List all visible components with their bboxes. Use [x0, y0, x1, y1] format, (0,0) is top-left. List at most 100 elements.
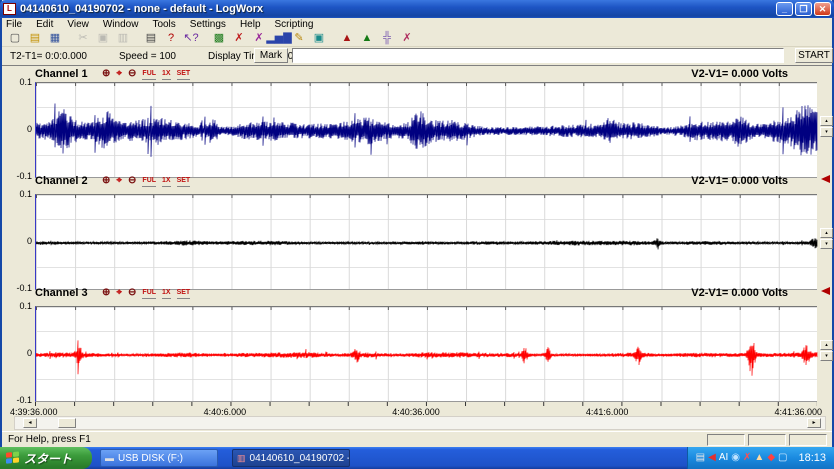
open-file-icon[interactable]: ▤ [25, 31, 45, 46]
archive-icon[interactable]: ▣ [309, 31, 329, 46]
start-button[interactable]: START [795, 48, 833, 63]
channel-2-label: Channel 2 [35, 175, 88, 187]
mark-text-input[interactable] [292, 48, 784, 63]
new-file-icon[interactable]: ▢ [5, 31, 25, 46]
restore-button[interactable]: ❐ [795, 2, 812, 16]
mark-button[interactable]: Mark [254, 48, 288, 63]
menu-item[interactable]: Help [240, 19, 261, 30]
close-button[interactable]: ✕ [814, 2, 831, 16]
scatter-icon[interactable]: ✗ [397, 31, 417, 46]
menu-item[interactable]: Window [103, 19, 139, 30]
t2t1-readout: T2-T1= 0:0:0.000 [10, 51, 87, 62]
language-icon[interactable]: ◉ [731, 452, 740, 463]
zoom-select-icon[interactable]: ⌖ [116, 67, 122, 80]
channel-1-spinners: ▴ ▾ [820, 116, 833, 138]
spin-up-button[interactable]: ▴ [820, 228, 833, 238]
edit-pencil-icon[interactable]: ✎ [289, 31, 309, 46]
cut-icon[interactable]: ✂ [73, 31, 93, 46]
paste-icon[interactable]: ▥ [113, 31, 133, 46]
ch3-ytick-bot: -0.1 [2, 395, 32, 405]
volume-icon[interactable]: ◀ [708, 452, 716, 463]
channel-1-plot[interactable] [35, 82, 817, 178]
taskbar-item-usb-disk[interactable]: ▬ USB DISK (F:) [100, 449, 218, 467]
logworx-doc-icon: ▥ [237, 453, 246, 464]
menu-item[interactable]: View [67, 19, 89, 30]
xy-axes-icon[interactable]: ✗ [229, 31, 249, 46]
scroll-right-button[interactable]: ▸ [807, 418, 821, 428]
unit-scale-icon[interactable]: 1X [162, 286, 171, 299]
save-file-icon[interactable]: ▦ [45, 31, 65, 46]
menu-item[interactable]: Tools [152, 19, 175, 30]
menu-item[interactable]: Settings [190, 19, 226, 30]
spectrum-green-icon[interactable]: ▲ [357, 31, 377, 46]
network-error-icon[interactable]: ✗ [743, 452, 751, 463]
channel-2-v2v1: V2-V1= 0.000 Volts [691, 175, 788, 187]
status-bar: For Help, press F1 [2, 431, 832, 447]
status-pane [748, 434, 786, 446]
full-scale-icon[interactable]: FUL [142, 174, 156, 187]
about-help-icon[interactable]: ? [161, 31, 181, 46]
ime-ai-icon[interactable]: AI [719, 452, 728, 463]
lattice-icon[interactable]: ╬ [377, 31, 397, 46]
spectrum-red-icon[interactable]: ▲ [337, 31, 357, 46]
taskbar-clock: 18:13 [798, 452, 826, 464]
zoom-select-icon[interactable]: ⌖ [116, 286, 122, 299]
time-axis-ticks [35, 402, 817, 406]
channel-1-v2v1: V2-V1= 0.000 Volts [691, 68, 788, 80]
security-icon[interactable]: ◆ [767, 452, 775, 463]
chart-client-area: Channel 1 ⊕⌖⊖FUL1XSET V2-V1= 0.000 Volts… [2, 65, 832, 416]
start-button-taskbar[interactable]: スタート [0, 447, 92, 469]
menu-item[interactable]: Scripting [275, 19, 314, 30]
taskbar: スタート ▬ USB DISK (F:) ▥ 04140610_04190702… [0, 447, 834, 469]
ch2-ytick-top: 0.1 [2, 189, 32, 199]
set-scale-icon[interactable]: SET [177, 67, 191, 80]
spin-up-button[interactable]: ▴ [820, 116, 833, 126]
set-scale-icon[interactable]: SET [177, 286, 191, 299]
app-window: L 04140610_04190702 - none - default - L… [0, 0, 834, 447]
menu-item[interactable]: Edit [36, 19, 53, 30]
minimize-button[interactable]: _ [776, 2, 793, 16]
zoom-in-icon[interactable]: ⊕ [102, 286, 110, 299]
spin-down-button[interactable]: ▾ [820, 127, 833, 137]
user-icon[interactable]: ▲ [754, 452, 764, 463]
zoom-out-icon[interactable]: ⊖ [128, 67, 136, 80]
copy-icon[interactable]: ▣ [93, 31, 113, 46]
channel-1-waveform [36, 83, 818, 179]
horizontal-scrollbar[interactable]: ◂ ▸ [14, 416, 826, 430]
print-icon[interactable]: ▤ [141, 31, 161, 46]
channel-3-spinners: ▴ ▾ [820, 340, 833, 362]
printer-icon[interactable]: ▤ [696, 452, 705, 463]
windows-logo-icon [6, 451, 20, 464]
spin-down-button[interactable]: ▾ [820, 351, 833, 361]
spin-up-button[interactable]: ▴ [820, 340, 833, 350]
speed-readout: Speed = 100 [119, 51, 176, 62]
unit-scale-icon[interactable]: 1X [162, 67, 171, 80]
taskbar-item-logworx[interactable]: ▥ 04140610_04190702 -... [232, 449, 350, 467]
channel-2-plot[interactable] [35, 194, 817, 290]
histogram-icon[interactable]: ▂▅▇ [269, 31, 289, 46]
spin-down-button[interactable]: ▾ [820, 239, 833, 249]
status-pane [707, 434, 745, 446]
zoom-in-icon[interactable]: ⊕ [102, 67, 110, 80]
zoom-select-icon[interactable]: ⌖ [116, 174, 122, 187]
context-help-icon[interactable]: ↖? [181, 31, 201, 46]
signal-view-icon[interactable]: ▩ [209, 31, 229, 46]
ch1-ytick-top: 0.1 [2, 77, 32, 87]
status-pane [789, 434, 827, 446]
scroll-left-button[interactable]: ◂ [23, 418, 37, 428]
channel-2-header: Channel 2 ⊕ ⌖ ⊖ FUL 1X SET V2-V1= 0.000 Volts [2, 174, 832, 189]
control-bar: T2-T1= 0:0:0.000 Speed = 100 Display Tim… [2, 47, 832, 65]
scrollbar-thumb[interactable] [58, 418, 76, 428]
unit-scale-icon[interactable]: 1X [162, 174, 171, 187]
channel-3-plot[interactable] [35, 306, 817, 402]
window-title: 04140610_04190702 - none - default - Log… [20, 3, 776, 15]
channel-3-waveform [36, 307, 818, 403]
set-scale-icon[interactable]: SET [177, 174, 191, 187]
zoom-out-icon[interactable]: ⊖ [128, 174, 136, 187]
zoom-in-icon[interactable]: ⊕ [102, 174, 110, 187]
full-scale-icon[interactable]: FUL [142, 67, 156, 80]
menu-item[interactable]: File [6, 19, 22, 30]
full-scale-icon[interactable]: FUL [142, 286, 156, 299]
display-icon[interactable]: ▢ [778, 452, 787, 463]
zoom-out-icon[interactable]: ⊖ [128, 286, 136, 299]
